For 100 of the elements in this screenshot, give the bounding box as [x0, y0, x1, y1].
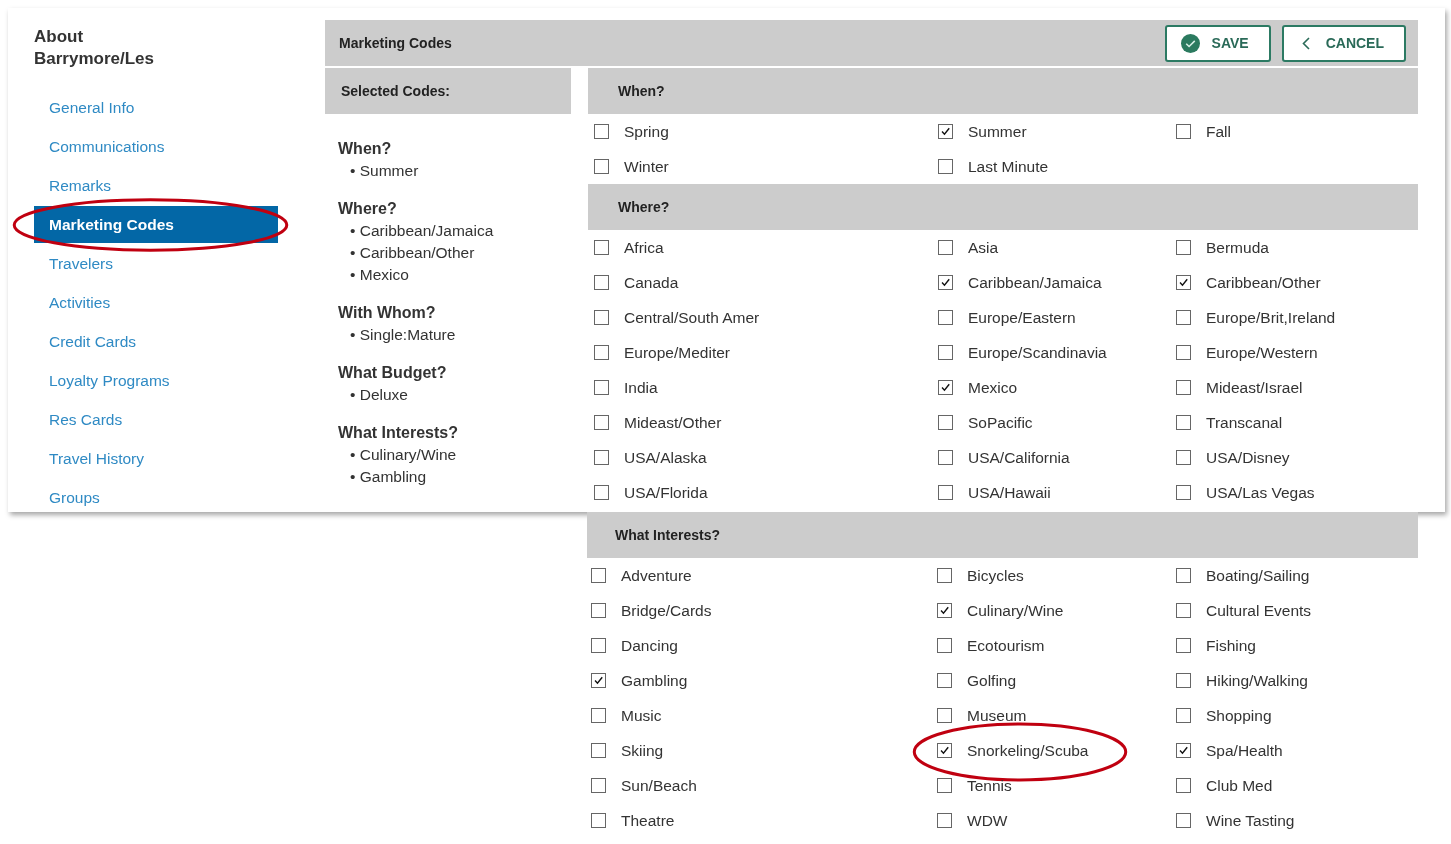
checkbox[interactable]: [594, 345, 609, 360]
checkbox[interactable]: [938, 415, 953, 430]
checkbox-label[interactable]: Golfing: [967, 671, 1017, 690]
sidebar-item[interactable]: Activities: [34, 283, 278, 322]
checkbox-label[interactable]: Skiing: [621, 741, 664, 760]
checkbox-label[interactable]: Cultural Events: [1206, 601, 1312, 620]
checkbox-label[interactable]: Spring: [624, 122, 669, 141]
sidebar-item[interactable]: Res Cards: [34, 400, 278, 439]
checkbox[interactable]: [1176, 124, 1191, 139]
checkbox[interactable]: [1176, 240, 1191, 255]
checkbox-label[interactable]: Winter: [624, 157, 669, 176]
checked-checkbox[interactable]: [1176, 743, 1191, 758]
save-button[interactable]: SAVE: [1164, 24, 1271, 62]
checked-checkbox[interactable]: [938, 380, 953, 395]
checkbox[interactable]: [591, 638, 606, 653]
checkbox-label[interactable]: Ecotourism: [967, 636, 1045, 655]
sidebar-item[interactable]: Communications: [34, 127, 278, 166]
checkbox-label[interactable]: Caribbean/Other: [1206, 273, 1321, 292]
checkbox[interactable]: [1176, 778, 1191, 793]
checkbox[interactable]: [594, 380, 609, 395]
checkbox-label[interactable]: Fishing: [1206, 636, 1256, 655]
checkbox[interactable]: [1176, 415, 1191, 430]
checkbox-label[interactable]: Theatre: [621, 811, 675, 830]
checkbox-label[interactable]: Mideast/Israel: [1206, 378, 1303, 397]
checkbox-label[interactable]: Bridge/Cards: [621, 601, 712, 620]
checkbox[interactable]: [1176, 603, 1191, 618]
checkbox[interactable]: [594, 159, 609, 174]
checkbox[interactable]: [937, 638, 952, 653]
checkbox-label[interactable]: Africa: [624, 238, 664, 257]
checkbox[interactable]: [1176, 708, 1191, 723]
checkbox[interactable]: [594, 240, 609, 255]
checkbox-label[interactable]: USA/California: [968, 448, 1070, 467]
checkbox-label[interactable]: Adventure: [621, 566, 692, 585]
checkbox-label[interactable]: Club Med: [1206, 776, 1273, 795]
checkbox[interactable]: [591, 813, 606, 828]
checkbox-label[interactable]: WDW: [967, 811, 1008, 830]
checkbox-label[interactable]: Europe/Brit,Ireland: [1206, 308, 1336, 327]
checkbox-label[interactable]: Transcanal: [1206, 413, 1283, 432]
checkbox-label[interactable]: Europe/Western: [1206, 343, 1318, 362]
checkbox[interactable]: [937, 813, 952, 828]
checked-checkbox[interactable]: [1176, 275, 1191, 290]
checkbox[interactable]: [1176, 568, 1191, 583]
checkbox[interactable]: [1176, 673, 1191, 688]
checkbox-label[interactable]: Hiking/Walking: [1206, 671, 1308, 690]
checkbox[interactable]: [1176, 380, 1191, 395]
checkbox-label[interactable]: Last Minute: [968, 157, 1049, 176]
checkbox[interactable]: [938, 345, 953, 360]
checkbox-label[interactable]: USA/Hawaii: [968, 483, 1051, 502]
sidebar-item[interactable]: General Info: [34, 88, 278, 127]
checked-checkbox[interactable]: [591, 673, 606, 688]
checkbox[interactable]: [591, 708, 606, 723]
checkbox[interactable]: [938, 310, 953, 325]
checkbox[interactable]: [938, 240, 953, 255]
checkbox-label[interactable]: USA/Florida: [624, 483, 708, 502]
checkbox-label[interactable]: USA/Disney: [1206, 448, 1290, 467]
checkbox-label[interactable]: SoPacific: [968, 413, 1033, 432]
checkbox[interactable]: [1176, 813, 1191, 828]
checkbox-label[interactable]: Wine Tasting: [1206, 811, 1295, 830]
checkbox-label[interactable]: USA/Alaska: [624, 448, 707, 467]
checkbox[interactable]: [1176, 345, 1191, 360]
checked-checkbox[interactable]: [937, 603, 952, 618]
checkbox[interactable]: [938, 450, 953, 465]
checkbox[interactable]: [938, 159, 953, 174]
sidebar-item[interactable]: Travelers: [34, 244, 278, 283]
checkbox[interactable]: [594, 415, 609, 430]
checkbox-label[interactable]: Sun/Beach: [621, 776, 697, 795]
checkbox-label[interactable]: Tennis: [967, 776, 1012, 795]
checkbox-label[interactable]: Dancing: [621, 636, 678, 655]
sidebar-item[interactable]: Remarks: [34, 166, 278, 205]
checkbox[interactable]: [591, 568, 606, 583]
checkbox[interactable]: [594, 124, 609, 139]
checked-checkbox[interactable]: [938, 275, 953, 290]
checkbox-label[interactable]: Mideast/Other: [624, 413, 722, 432]
sidebar-item[interactable]: Loyalty Programs: [34, 361, 278, 400]
checked-checkbox[interactable]: [937, 743, 952, 758]
checkbox-label[interactable]: Spa/Health: [1206, 741, 1283, 760]
checkbox-label[interactable]: Canada: [624, 273, 679, 292]
checkbox[interactable]: [591, 778, 606, 793]
checkbox-label[interactable]: Music: [621, 706, 662, 725]
checkbox[interactable]: [594, 275, 609, 290]
checkbox-label[interactable]: Fall: [1206, 122, 1231, 141]
checkbox-label[interactable]: Bermuda: [1206, 238, 1269, 257]
checkbox-label[interactable]: Europe/Mediter: [624, 343, 730, 362]
checkbox-label[interactable]: USA/Las Vegas: [1206, 483, 1315, 502]
checkbox[interactable]: [937, 778, 952, 793]
checkbox-label[interactable]: India: [624, 378, 658, 397]
cancel-button[interactable]: CANCEL: [1281, 24, 1406, 62]
checkbox-label[interactable]: Europe/Scandinavia: [968, 343, 1107, 362]
checkbox-label[interactable]: Culinary/Wine: [967, 601, 1064, 620]
checked-checkbox[interactable]: [938, 124, 953, 139]
sidebar-item[interactable]: Marketing Codes: [34, 206, 278, 243]
checkbox-label[interactable]: Gambling: [621, 671, 688, 690]
checkbox-label[interactable]: Museum: [967, 706, 1027, 725]
checkbox[interactable]: [591, 743, 606, 758]
sidebar-item[interactable]: Credit Cards: [34, 322, 278, 361]
checkbox-label[interactable]: Caribbean/Jamaica: [968, 273, 1102, 292]
checkbox-label[interactable]: Europe/Eastern: [968, 308, 1076, 327]
checkbox-label[interactable]: Snorkeling/Scuba: [967, 741, 1089, 760]
sidebar-item[interactable]: Travel History: [34, 439, 278, 478]
checkbox[interactable]: [937, 708, 952, 723]
